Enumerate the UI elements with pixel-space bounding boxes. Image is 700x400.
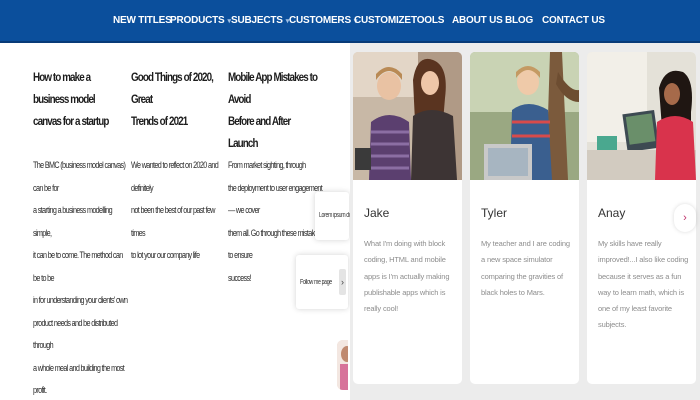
nav-new-titles-label: NEW TITLES xyxy=(113,15,172,26)
student-name: Tyler xyxy=(481,206,508,220)
blog-text-line: From market sighting, through xyxy=(228,160,306,170)
blog-post-card[interactable]: Good Things of 2020, Great Trends of 202… xyxy=(131,66,221,260)
blog-title-line: Before and After Launch xyxy=(228,114,291,150)
blog-text-line: in for understanding your clients' own xyxy=(33,295,128,305)
student-name: Jake xyxy=(364,206,390,220)
floating-card-text: Follow me page xyxy=(300,279,332,286)
testimonial-quote: My skills have really improved!...I also… xyxy=(598,239,689,330)
nav-contact-us[interactable]: CONTACT US xyxy=(542,15,605,26)
student-name: Anay xyxy=(598,206,626,220)
blog-title-line: canvas for a startup xyxy=(33,114,109,128)
nav-subjects-label: SUBJECTS xyxy=(231,15,283,26)
nav-about-us-label: ABOUT US xyxy=(452,15,503,26)
nav-subjects[interactable]: SUBJECTS ▾ xyxy=(231,15,289,26)
nav-customers[interactable]: CUSTOMERS ▾ xyxy=(289,15,357,26)
blog-text-line: it can be to come. The method can be to … xyxy=(33,250,123,283)
student-photo xyxy=(353,52,462,180)
nav-products-label: PRODUCTS xyxy=(170,15,225,26)
blog-post-card[interactable]: How to make a business model canvas for … xyxy=(33,66,128,395)
blog-text-line: a starting a business modelling simple, xyxy=(33,205,113,238)
top-navbar: NEW TITLES PRODUCTS ▾ SUBJECTS ▾ CUSTOMERS… xyxy=(0,0,700,43)
nav-new-titles[interactable]: NEW TITLES xyxy=(113,15,172,26)
blog-post-title[interactable]: Mobile App Mistakes to Avoid Before and … xyxy=(228,66,318,154)
avatar xyxy=(337,340,348,390)
chevron-right-icon[interactable]: › xyxy=(339,269,346,295)
blog-text-line: not been the best of our past few times xyxy=(131,205,215,238)
nav-products[interactable]: PRODUCTS ▾ xyxy=(170,15,231,26)
blog-text-line: product needs and be distributed through xyxy=(33,317,118,351)
blog-title-line: Mobile App Mistakes to Avoid xyxy=(228,70,318,106)
carousel-next-button[interactable]: › xyxy=(674,204,696,232)
floating-card[interactable]: Lorem ipsum dolor xyxy=(315,192,356,240)
testimonial-card[interactable]: Tyler My teacher and I are coding a new … xyxy=(470,52,579,384)
nav-tools-label: TOOLS xyxy=(411,15,445,26)
blog-text-line: We wanted to reflect on 2020 and definit… xyxy=(131,160,219,193)
nav-about-us[interactable]: ABOUT US xyxy=(452,15,503,26)
student-photo xyxy=(470,52,579,180)
blog-text-line: to lot your our company life xyxy=(131,250,200,260)
nav-tools[interactable]: TOOLS xyxy=(411,15,444,26)
nav-contact-us-label: CONTACT US xyxy=(542,15,605,26)
nav-blog[interactable]: BLOG xyxy=(505,15,533,26)
blog-text-line: profit. xyxy=(33,385,47,395)
nav-customize[interactable]: CUSTOMIZE xyxy=(354,15,411,26)
blog-title-line: How to make a business model xyxy=(33,70,96,106)
testimonial-quote: My teacher and I are coding a new space … xyxy=(481,239,570,297)
blog-text-line: The BMC (business model canvas) can be f… xyxy=(33,160,126,193)
blog-title-line: Trends of 2021 xyxy=(131,114,188,128)
blog-post-excerpt: The BMC (business model canvas) can be f… xyxy=(33,154,129,400)
nav-customize-label: CUSTOMIZE xyxy=(354,15,411,26)
nav-blog-label: BLOG xyxy=(505,15,534,26)
blog-text-line: a whole meal and building the most xyxy=(33,362,125,373)
blog-post-excerpt: We wanted to reflect on 2020 and definit… xyxy=(131,154,227,267)
student-photo xyxy=(587,52,696,180)
chevron-right-icon: › xyxy=(683,212,687,224)
blog-post-card[interactable]: Mobile App Mistakes to Avoid Before and … xyxy=(228,66,323,283)
floating-card[interactable]: Follow me page › xyxy=(296,255,348,309)
blog-post-title[interactable]: How to make a business model canvas for … xyxy=(33,66,123,132)
testimonial-quote: What I'm doing with block coding, HTML a… xyxy=(364,239,450,314)
blog-title-line: Good Things of 2020, Great xyxy=(131,70,214,106)
blog-post-title[interactable]: Good Things of 2020, Great Trends of 202… xyxy=(131,66,221,132)
testimonial-card[interactable]: Jake What I'm doing with block coding, H… xyxy=(353,52,462,384)
blog-text-line: the deployment to user engagement — we c… xyxy=(228,182,323,216)
nav-customers-label: CUSTOMERS xyxy=(289,15,351,26)
